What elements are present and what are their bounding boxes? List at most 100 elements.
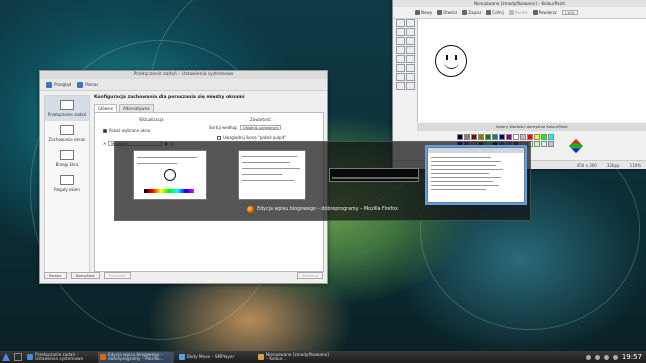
palette-color-swatch[interactable] — [527, 134, 533, 140]
clipboard-icon[interactable] — [612, 354, 618, 360]
palette-color-swatch[interactable] — [506, 134, 512, 140]
tool-zoom[interactable] — [406, 55, 415, 63]
palette-color-swatch[interactable] — [464, 134, 470, 140]
thumbnail-firefox[interactable] — [425, 145, 527, 205]
kolourpaint-icon — [258, 354, 264, 360]
tool-ellipse[interactable] — [396, 82, 405, 90]
palette-color-swatch[interactable] — [485, 134, 491, 140]
task-switcher: Edycja wpisu blogowego – dobreprogramy –… — [114, 141, 531, 221]
settings-toolbar: Przegląd Pomoc — [40, 79, 327, 91]
tool-select-rect[interactable] — [396, 19, 405, 27]
palette-color-swatch[interactable] — [520, 134, 526, 140]
palette-color-swatch[interactable] — [548, 141, 554, 147]
tool-select-free[interactable] — [406, 19, 415, 27]
palette-color-swatch[interactable] — [478, 134, 484, 140]
status-size: 450 x 300 — [576, 162, 597, 168]
tool-picker[interactable] — [396, 55, 405, 63]
show-selected-window-checkbox[interactable]: Pokaż wybrane okno — [103, 128, 150, 133]
color-cube-icon[interactable] — [568, 138, 584, 154]
drawing-canvas[interactable] — [417, 19, 646, 122]
palette-color-swatch[interactable] — [513, 134, 519, 140]
sidebar-item-window-behavior[interactable]: Zachowanie ekran — [45, 121, 89, 146]
open-button[interactable]: Otwórz — [437, 10, 457, 15]
tool-eraser[interactable] — [396, 46, 405, 54]
tool-curve[interactable] — [406, 64, 415, 72]
group-content-title: Zawartość — [250, 117, 271, 122]
settings-sidebar: Przełączanie zadań Zachowanie ekran Brze… — [44, 95, 90, 273]
sidebar-item-screen-edges[interactable]: Brzegi Ekra — [45, 146, 89, 171]
notifications-icon[interactable] — [585, 354, 591, 360]
save-button[interactable]: Zapisz — [462, 10, 481, 15]
zoom-button[interactable]: Powiększ — [532, 10, 557, 15]
sort-order-row: Sortuj według: Ostatnio używanych — [209, 125, 282, 130]
undo-icon — [486, 10, 492, 15]
tool-polygon[interactable] — [406, 82, 415, 90]
desktop-pager[interactable] — [14, 353, 22, 361]
palette-thumbnail — [144, 189, 194, 193]
palette-color-swatch[interactable] — [548, 134, 554, 140]
new-button[interactable]: Nowy — [415, 10, 432, 15]
tool-text[interactable] — [406, 28, 415, 36]
zoom-select[interactable]: 110% — [561, 10, 578, 15]
color-box-title: Kolory Wartości domyślne KolourPaint — [417, 123, 646, 131]
application-launcher[interactable] — [0, 351, 12, 363]
smiley-thumbnail — [164, 169, 176, 181]
task-settings[interactable]: Przełączanie zadań – Ustawienia systemow… — [25, 352, 95, 363]
thumbnail-smplayer[interactable] — [329, 168, 419, 182]
page-title: Konfiguracja zachowania dla poruszania s… — [94, 95, 245, 100]
status-depth: 32bpp — [606, 162, 620, 168]
taskbar: Przełączanie zadań – Ustawienia systemow… — [0, 351, 646, 363]
thumbnail-kolourpaint[interactable] — [133, 150, 207, 200]
defaults-button[interactable]: Domyślne — [70, 272, 100, 279]
palette-color-swatch[interactable] — [541, 134, 547, 140]
tab-bar: Główne Alternatywna — [94, 104, 324, 112]
help-icon — [77, 81, 84, 88]
window-icon — [60, 125, 74, 135]
palette-color-swatch[interactable] — [534, 134, 540, 140]
settings-footer: Pomoc Domyślne Przywróć Zastosuj — [44, 271, 323, 280]
overview-button[interactable]: Przegląd — [46, 81, 71, 88]
tab-alternative[interactable]: Alternatywna — [118, 104, 154, 112]
apply-button[interactable]: Zastosuj — [296, 272, 323, 279]
task-switcher-icon — [60, 100, 74, 110]
checkbox-box — [103, 128, 107, 133]
include-desktop-checkbox[interactable]: Uwzględnij ikonę "pokaż pulpit" — [217, 135, 286, 140]
clock[interactable]: 19:57 — [622, 353, 642, 361]
sidebar-item-window-rules[interactable]: Reguły okien — [45, 171, 89, 196]
help-footer-button[interactable]: Pomoc — [44, 272, 67, 279]
zoom-icon — [532, 10, 538, 15]
tab-main[interactable]: Główne — [94, 104, 117, 112]
tool-line[interactable] — [396, 64, 405, 72]
palette-color-swatch[interactable] — [534, 141, 540, 147]
palette-color-swatch[interactable] — [499, 134, 505, 140]
network-icon[interactable] — [603, 354, 609, 360]
tool-rounded-rect[interactable] — [406, 73, 415, 81]
reset-button[interactable]: Przywróć — [103, 272, 131, 279]
undo-button[interactable]: Cofnij — [486, 10, 504, 15]
palette-color-swatch[interactable] — [541, 141, 547, 147]
task-firefox[interactable]: Edycja wpisu blogowego – dobreprogramy –… — [98, 351, 174, 363]
close-icon: ✕ — [103, 141, 107, 146]
tool-brush[interactable] — [406, 37, 415, 45]
help-button[interactable]: Pomoc — [77, 81, 98, 88]
window-rules-icon — [60, 175, 74, 185]
sort-order-select[interactable]: Ostatnio używanych — [239, 125, 282, 130]
palette-color-swatch[interactable] — [492, 134, 498, 140]
volume-icon[interactable] — [594, 354, 600, 360]
task-kolourpaint[interactable]: Nienazwane [zmodyfikowane] – Kolour... — [256, 352, 332, 363]
palette-color-swatch[interactable] — [457, 134, 463, 140]
window-title: Nienazwane [zmodyfikowane] – KolourPaint — [393, 0, 646, 7]
tool-rect[interactable] — [396, 73, 405, 81]
redo-button[interactable]: Ponów — [508, 10, 528, 15]
tool-fill[interactable] — [406, 46, 415, 54]
task-smplayer[interactable]: Body Move – SMPlayer — [177, 352, 253, 363]
window-title: Przełączanie zadań – Ustawienia systemow… — [40, 71, 327, 79]
tool-pen[interactable] — [396, 37, 405, 45]
sidebar-item-task-switcher[interactable]: Przełączanie zadań — [45, 96, 89, 121]
thumbnail-settings[interactable] — [238, 150, 306, 200]
palette-color-swatch[interactable] — [471, 134, 477, 140]
paint-toolbar: Nowy Otwórz Zapisz Cofnij Ponów Powiększ… — [393, 7, 646, 19]
smiley-mouth — [444, 60, 459, 69]
tool-select-ellipse[interactable] — [396, 28, 405, 36]
kde-launcher-icon — [2, 353, 10, 361]
